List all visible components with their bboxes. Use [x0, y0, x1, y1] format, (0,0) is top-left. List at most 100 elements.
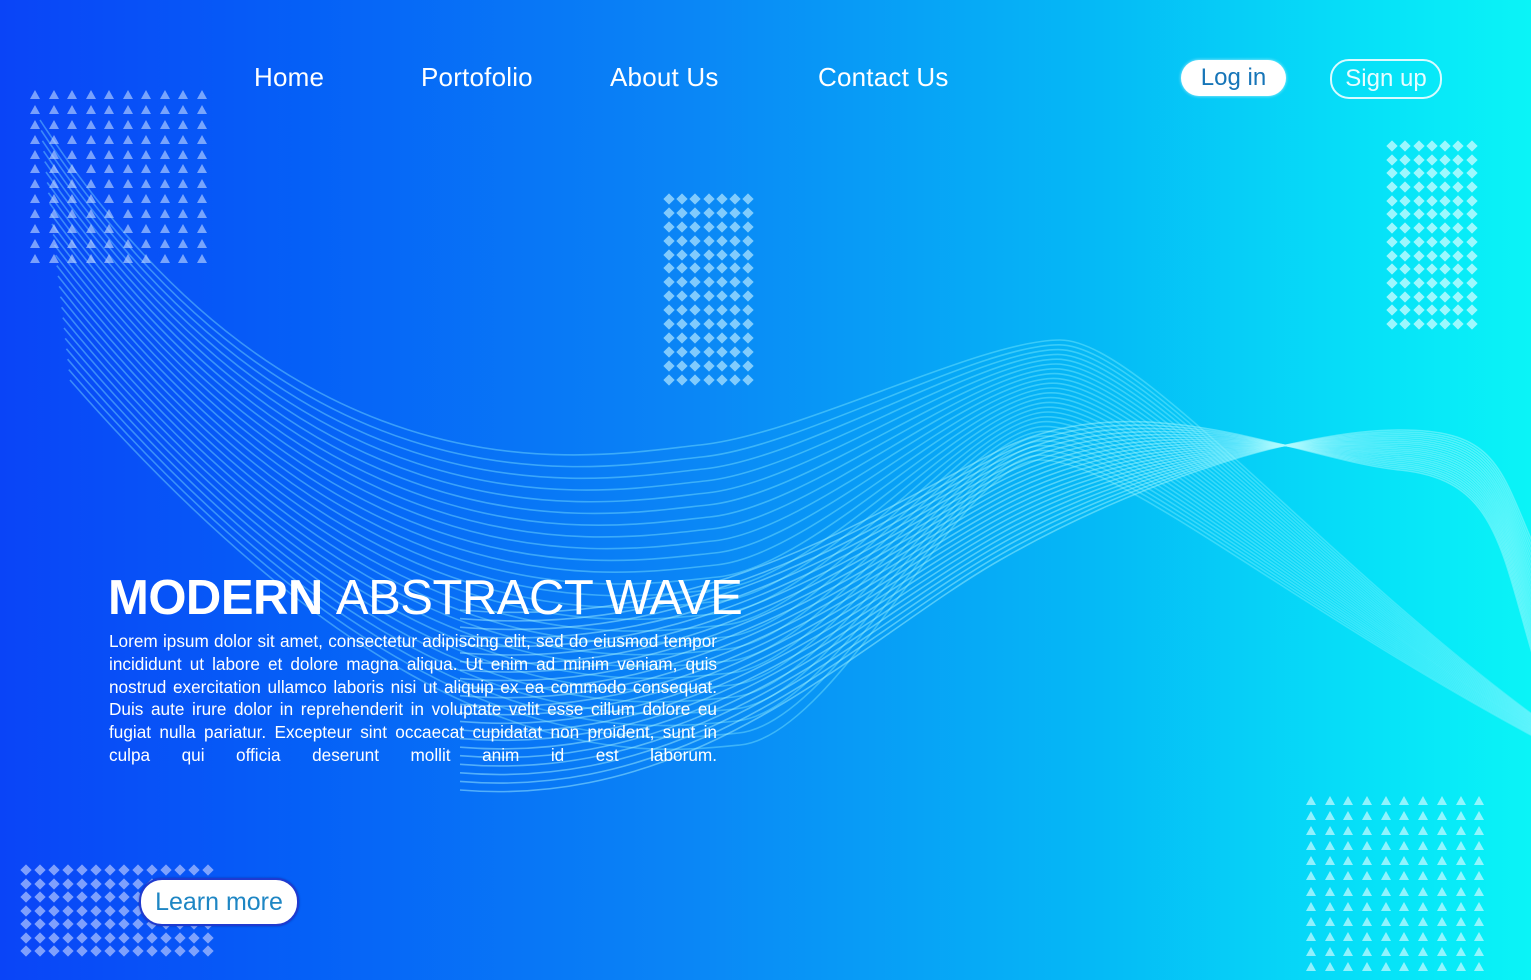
triangle-dot: [67, 179, 77, 189]
diamond-dot: [146, 945, 158, 957]
triangle-dot: [30, 209, 40, 219]
diamond-dot: [663, 248, 675, 261]
abstract-wave-graphic: [39, 119, 1531, 793]
triangle-dot: [159, 209, 170, 219]
diamond-dot: [663, 207, 675, 219]
diamond-dot: [1399, 140, 1411, 152]
diamond-dot: [76, 904, 88, 917]
triangle-dot: [30, 179, 40, 189]
nav-portofolio[interactable]: Portofolio: [421, 62, 533, 93]
nav-about-us[interactable]: About Us: [610, 62, 719, 93]
triangle-dot: [1399, 796, 1410, 805]
triangle-dot: [85, 209, 96, 219]
diamond-dot: [1399, 277, 1411, 289]
diamond-dot: [118, 904, 130, 917]
diamond-dot: [62, 931, 74, 944]
diamond-dot: [702, 304, 715, 316]
diamond-dot: [1412, 181, 1425, 193]
diamond-dot: [1386, 263, 1398, 275]
triangle-dot: [178, 134, 188, 144]
diamond-dot: [146, 931, 158, 944]
learn-more-button[interactable]: Learn more: [139, 878, 299, 926]
diamond-dot: [742, 304, 754, 316]
triangle-dot: [122, 90, 133, 99]
triangle-dot: [48, 90, 59, 99]
triangle-dot: [1418, 826, 1429, 836]
diamond-dot: [716, 318, 728, 330]
diamond-dot: [689, 360, 702, 372]
triangle-dot: [196, 224, 207, 234]
diamond-dot: [689, 290, 702, 302]
diamond-dot: [1452, 222, 1465, 234]
triangle-dot: [159, 194, 170, 204]
triangle-dot: [122, 179, 133, 189]
diamond-dot: [34, 904, 46, 917]
diamond-dot: [1466, 222, 1478, 234]
diamond-dot: [702, 332, 715, 344]
diamond-dot: [1426, 195, 1438, 207]
triangle-dot: [1343, 871, 1354, 881]
triangle-dot: [1380, 962, 1391, 972]
triangle-dot: [48, 253, 59, 263]
diamond-dot: [34, 877, 46, 890]
triangle-dot: [196, 194, 207, 204]
triangle-dot: [1380, 886, 1391, 896]
triangle-dot: [1399, 916, 1410, 926]
diamond-dot: [1439, 277, 1451, 289]
triangle-dot: [1418, 811, 1429, 821]
triangle-dot: [48, 104, 59, 114]
diamond-dot: [20, 904, 32, 917]
diamond-dot: [1452, 249, 1465, 262]
triangle-dot: [159, 119, 170, 129]
triangle-dot: [1324, 856, 1335, 866]
diamond-dot: [1452, 167, 1465, 180]
diamond-dot: [716, 193, 728, 205]
diamond-dot: [1466, 154, 1478, 166]
triangle-dot: [48, 209, 59, 219]
diamond-dot: [676, 248, 688, 261]
diamond-dot: [1452, 263, 1465, 275]
triangle-dot: [1455, 811, 1466, 821]
diamond-dot: [90, 904, 102, 917]
diamond-dot: [1452, 154, 1465, 166]
diamond-dot: [1439, 304, 1451, 316]
signup-button[interactable]: Sign up: [1330, 59, 1442, 99]
triangle-dot: [67, 90, 77, 99]
diamond-dot: [76, 918, 88, 930]
triangle-dot: [1474, 931, 1485, 941]
triangle-dot: [1474, 856, 1485, 866]
hero-description: Lorem ipsum dolor sit amet, consectetur …: [109, 631, 717, 765]
login-button[interactable]: Log in: [1181, 60, 1286, 96]
diamond-dot: [689, 248, 702, 261]
diamond-dot: [689, 318, 702, 330]
diamond-dot: [1399, 263, 1411, 275]
diamond-dot: [729, 248, 741, 261]
nav-home[interactable]: Home: [254, 62, 324, 93]
triangle-dot: [1343, 796, 1354, 805]
diamond-dot: [1386, 140, 1398, 152]
triangle-dot: [67, 164, 77, 174]
triangle-dot: [1455, 962, 1466, 972]
diamond-dot: [702, 221, 715, 233]
triangle-dot: [1418, 916, 1429, 926]
triangle-dot: [1324, 871, 1335, 881]
diamond-dot: [1386, 304, 1398, 316]
triangle-dot: [1399, 871, 1410, 881]
diamond-dot: [1466, 304, 1478, 316]
triangle-dot: [30, 134, 40, 144]
triangle-dot: [1306, 886, 1316, 896]
nav-contact-us[interactable]: Contact Us: [818, 62, 949, 93]
diamond-dot: [702, 276, 715, 289]
triangle-dot: [30, 104, 40, 114]
diamond-dot: [729, 262, 741, 275]
diamond-dot: [1439, 208, 1451, 221]
triangle-dot: [104, 209, 114, 219]
triangle-dot: [141, 253, 151, 263]
diamond-dot: [742, 221, 754, 233]
triangle-dot: [1455, 901, 1466, 911]
diamond-dot: [689, 207, 702, 219]
diamond-dot: [716, 332, 728, 344]
diamond-dot: [702, 360, 715, 372]
triangle-dot: [178, 224, 188, 234]
diamond-dot: [118, 931, 130, 944]
